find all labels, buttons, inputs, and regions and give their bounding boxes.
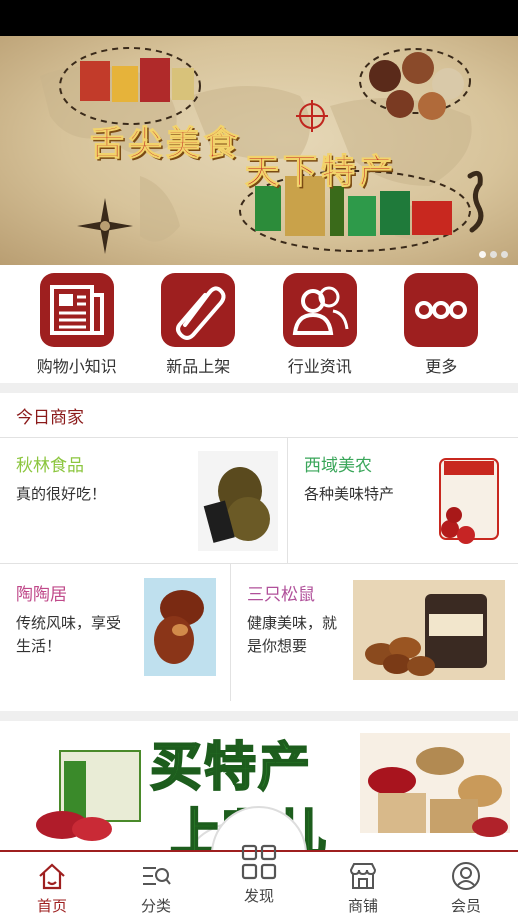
tab-label: 商铺 [347,897,378,915]
shop-icon [347,860,379,892]
pager-dot[interactable] [490,251,497,258]
tab-label: 发现 [243,887,274,905]
shop-desc: 真的很好吃！ [16,485,107,503]
section-title: 今日商家 [16,408,84,428]
hero-banner[interactable]: 舌尖美食 天下特产 [0,36,518,265]
more-dots-icon [404,273,479,347]
grid-icon [239,842,279,882]
shop-desc: 各种美味特产 [304,485,395,503]
quick-nav-new-arrivals[interactable]: 新品上架 [148,265,248,383]
shop-product-image [198,451,278,551]
users-icon [282,273,357,347]
quick-nav-label: 新品上架 [166,357,231,376]
tab-label: 首页 [36,897,67,915]
quick-nav-shopping-tips[interactable]: 购物小知识 [27,265,127,383]
home-icon [36,860,68,892]
shop-name: 秋林食品 [16,456,84,476]
tab-category[interactable]: 分类 [104,852,208,920]
shop-card[interactable]: 陶陶居 传统风味，享受生活！ [0,564,230,701]
quick-nav: 购物小知识 新品上架 行业资讯 更多 [0,265,518,383]
shop-desc: 健康美味，就是你想要 [247,614,338,655]
tab-member[interactable]: 会员 [414,852,518,920]
shop-product-image [439,458,499,544]
banner-title-line2: 天下特产 [245,152,397,193]
tab-home[interactable]: 首页 [0,852,104,920]
shop-product-image [144,578,216,676]
tab-shop[interactable]: 商铺 [311,852,415,920]
today-shops-section: 今日商家 秋林食品 真的很好吃！ 西域美农 各种美味特产 陶陶居 传统风味，享受… [0,393,518,711]
banner-pager[interactable] [479,251,508,258]
section-divider [0,383,518,393]
category-search-icon [140,860,172,892]
quick-nav-label: 行业资讯 [287,357,352,376]
promo-title-line1: 买特产 [149,736,313,799]
shop-card[interactable]: 三只松鼠 健康美味，就是你想要 [231,564,518,701]
banner-title-line1: 舌尖美食 [90,124,242,165]
bottom-tab-bar: 首页 分类 发现 商铺 会员 [0,844,518,920]
tab-label: 会员 [450,897,481,915]
newspaper-icon [39,273,114,347]
shop-card[interactable]: 西域美农 各种美味特产 [288,437,518,563]
status-bar [0,0,518,36]
pager-dot[interactable] [501,251,508,258]
section-divider [0,711,518,721]
quick-nav-label: 更多 [425,357,458,376]
pager-dot[interactable] [479,251,486,258]
quick-nav-more[interactable]: 更多 [391,265,491,383]
user-icon [450,860,482,892]
shop-product-image [353,580,505,680]
shop-desc: 传统风味，享受生活！ [16,614,122,655]
shop-name: 陶陶居 [16,585,67,605]
shop-name: 西域美农 [304,456,372,476]
shop-name: 三只松鼠 [247,585,315,605]
shop-card[interactable]: 秋林食品 真的很好吃！ [0,437,287,563]
paperclip-icon [161,273,236,347]
quick-nav-industry-news[interactable]: 行业资讯 [270,265,370,383]
tab-label: 分类 [140,897,171,915]
quick-nav-label: 购物小知识 [36,357,117,376]
tab-discover[interactable]: 发现 [207,844,311,920]
